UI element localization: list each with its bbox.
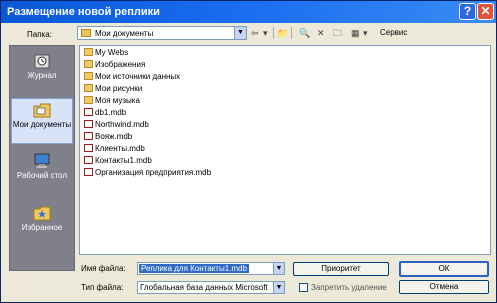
list-item[interactable]: Мои рисунки xyxy=(84,84,142,94)
title-bar: Размещение новой реплики ? ✕ xyxy=(1,1,496,23)
history-icon xyxy=(34,54,50,69)
folder-icon xyxy=(84,72,93,80)
desktop-icon xyxy=(34,153,50,168)
place-label: Рабочий стол xyxy=(16,171,68,180)
file-type-select[interactable]: Глобальная база данных Microsoft ▼ xyxy=(137,281,285,294)
new-folder-icon[interactable]: 🗀 xyxy=(333,26,342,40)
chevron-down-icon[interactable]: ▾ xyxy=(263,26,268,40)
folder-icon xyxy=(81,29,91,37)
search-web-icon[interactable]: 🔍 xyxy=(299,26,310,40)
my-documents-icon xyxy=(33,103,51,118)
favorites-icon xyxy=(33,206,51,221)
delete-icon[interactable]: ✕ xyxy=(317,26,325,40)
chevron-down-icon[interactable]: ▾ xyxy=(363,26,368,40)
prevent-deletion-label: Запретить удаление xyxy=(311,283,387,292)
access-database-icon xyxy=(84,108,93,116)
list-item[interactable]: Northwind.mdb xyxy=(84,120,149,130)
place-label: Избранное xyxy=(21,223,63,232)
list-item[interactable]: Изображения xyxy=(84,60,145,70)
up-folder-icon[interactable]: 📁 xyxy=(277,26,288,40)
access-database-icon xyxy=(84,120,93,128)
folder-icon xyxy=(84,48,93,56)
access-database-icon xyxy=(84,132,93,140)
list-item[interactable]: Организация предприятия.mdb xyxy=(84,168,211,178)
help-button[interactable]: ? xyxy=(459,3,476,20)
place-desktop[interactable]: Рабочий стол xyxy=(11,150,73,196)
list-item[interactable]: Моя музыка xyxy=(84,96,140,106)
places-bar: Журнал Мои документы Рабочий стол Избран… xyxy=(9,45,75,271)
access-database-icon xyxy=(84,156,93,164)
tools-menu[interactable]: Сервис xyxy=(380,28,407,37)
folder-icon xyxy=(84,84,93,92)
file-name-label: Имя файла: xyxy=(81,264,126,273)
place-favorites[interactable]: Избранное xyxy=(11,202,73,248)
place-my-documents[interactable]: Мои документы xyxy=(11,98,73,144)
look-in-label: Папка: xyxy=(27,30,52,39)
close-button[interactable]: ✕ xyxy=(477,3,494,20)
access-database-icon xyxy=(84,144,93,152)
place-label: Журнал xyxy=(27,71,57,80)
file-name-value: Реплика для Контакты1.mdb xyxy=(139,264,249,273)
list-item[interactable]: Клиенты.mdb xyxy=(84,144,145,154)
prevent-deletion-checkbox[interactable] xyxy=(299,283,308,292)
save-replica-dialog: Размещение новой реплики ? ✕ Папка: Мои … xyxy=(0,0,497,303)
file-type-label: Тип файла: xyxy=(81,283,124,292)
access-database-icon xyxy=(84,168,93,176)
look-in-value: Мои документы xyxy=(95,29,154,38)
chevron-down-icon[interactable]: ▼ xyxy=(234,27,246,39)
views-icon[interactable]: ▦ xyxy=(351,26,360,40)
look-in-dropdown[interactable]: Мои документы ▼ xyxy=(77,26,247,40)
place-label: Мои документы xyxy=(12,120,72,129)
chevron-down-icon[interactable]: ▼ xyxy=(273,282,284,293)
file-type-value: Глобальная база данных Microsoft xyxy=(140,283,268,292)
priority-button[interactable]: Приоритет xyxy=(293,262,389,276)
list-item[interactable]: My Webs xyxy=(84,48,128,58)
back-arrow-icon[interactable]: ⇦ xyxy=(251,26,259,40)
cancel-button[interactable]: Отмена xyxy=(399,280,489,294)
ok-button[interactable]: ОК xyxy=(399,261,489,277)
list-item[interactable]: Вояж.mdb xyxy=(84,132,132,142)
list-item[interactable]: db1.mdb xyxy=(84,108,126,118)
toolbar-divider xyxy=(273,27,274,39)
list-item[interactable]: Контакты1.mdb xyxy=(84,156,152,166)
folder-icon xyxy=(84,60,93,68)
toolbar-divider xyxy=(291,27,292,39)
folder-icon xyxy=(84,96,93,104)
chevron-down-icon[interactable]: ▼ xyxy=(273,263,284,274)
list-item[interactable]: Мои источники данных xyxy=(84,72,180,82)
file-name-input[interactable]: Реплика для Контакты1.mdb ▼ xyxy=(137,262,285,275)
file-list[interactable]: My Webs Изображения Мои источники данных… xyxy=(79,45,491,255)
place-history[interactable]: Журнал xyxy=(11,50,73,96)
dialog-title: Размещение новой реплики xyxy=(7,6,160,18)
